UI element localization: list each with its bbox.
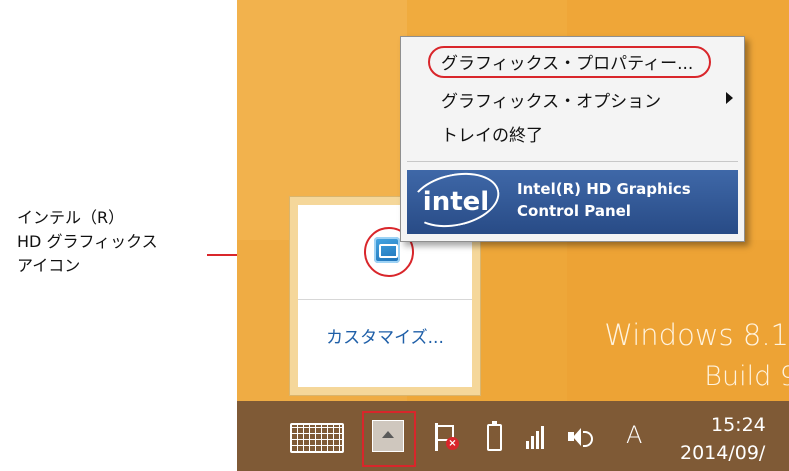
submenu-arrow-icon (726, 92, 733, 104)
menu-item-exit-tray[interactable]: トレイの終了 (441, 121, 543, 146)
touch-keyboard-icon[interactable] (290, 423, 344, 453)
windows-version-watermark: Windows 8.1 (604, 318, 789, 352)
ime-mode-indicator[interactable]: A (626, 421, 642, 449)
callout-line-2: HD グラフィックス (17, 232, 158, 251)
taskbar: × A 15:24 2014/09/ (237, 401, 789, 471)
menu-item-graphics-options[interactable]: グラフィックス・オプション (441, 87, 661, 112)
menu-item-intel-control-panel[interactable]: intel Intel(R) HD Graphics Control Panel (405, 165, 738, 235)
signal-bar (526, 441, 529, 449)
clock-date[interactable]: 2014/09/ (680, 442, 765, 464)
battery-icon[interactable] (487, 421, 502, 451)
intel-control-panel-title: Intel(R) HD Graphics (517, 180, 691, 198)
action-center-flag-icon[interactable]: × (435, 423, 459, 451)
menu-separator (407, 161, 738, 162)
speaker-wave (583, 431, 593, 447)
intel-graphics-context-menu: グラフィックス・プロパティー... グラフィックス・オプション トレイの終了 i… (400, 36, 745, 242)
show-hidden-icons-button[interactable] (372, 420, 404, 452)
intel-logo: intel (422, 187, 490, 217)
signal-bar (536, 431, 539, 449)
overflow-divider (298, 299, 472, 300)
intel-control-panel-subtitle: Control Panel (517, 202, 631, 220)
customize-link[interactable]: カスタマイズ... (298, 323, 472, 348)
menu-item-graphics-properties[interactable]: グラフィックス・プロパティー... (441, 49, 693, 74)
callout-line-3: アイコン (17, 256, 81, 275)
intel-hd-graphics-tray-icon[interactable] (374, 237, 400, 263)
signal-bar (531, 436, 534, 449)
signal-bar (541, 426, 544, 449)
clock-time[interactable]: 15:24 (711, 414, 766, 436)
windows-build-watermark: Build 9 (704, 361, 789, 392)
callout-line-1: インテル（R） (17, 208, 125, 227)
network-signal-icon[interactable] (526, 423, 548, 449)
volume-icon[interactable] (568, 428, 593, 447)
flag-error-badge-icon: × (446, 437, 459, 450)
speaker-cone (573, 428, 581, 446)
callout-label: インテル（R） HD グラフィックス アイコン (17, 206, 158, 278)
